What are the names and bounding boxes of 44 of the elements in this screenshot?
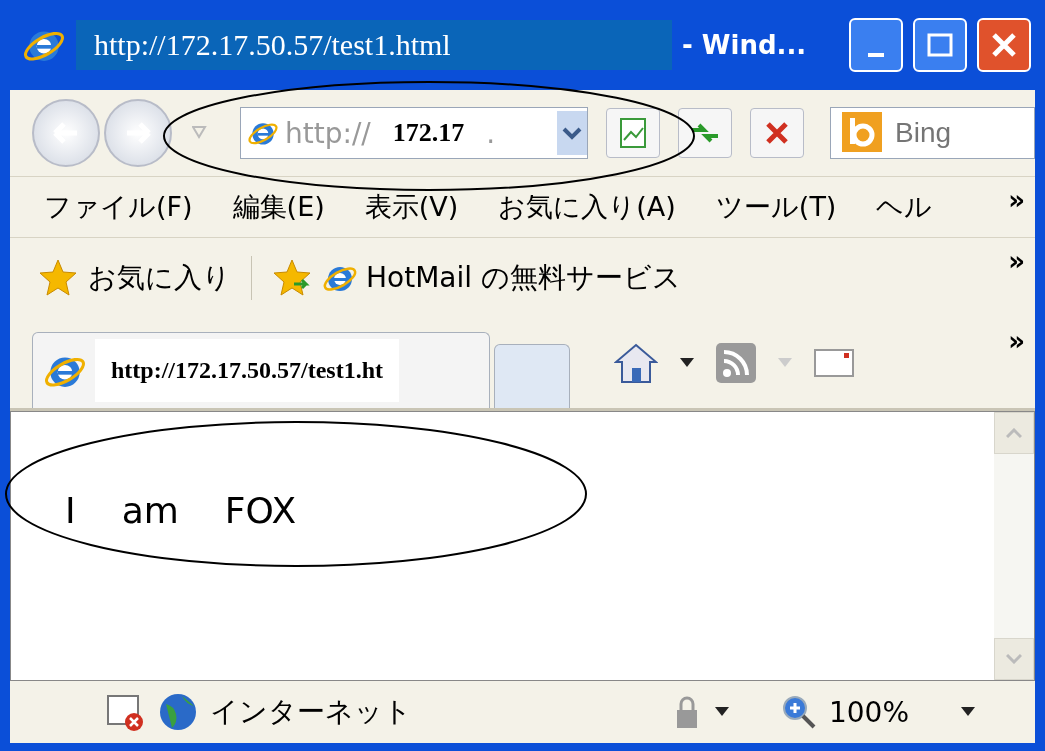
dropdown-icon[interactable] xyxy=(557,111,587,155)
window-title: http://172.17.50.57/test1.html xyxy=(76,20,672,70)
caret-icon[interactable] xyxy=(714,707,729,717)
page-text: FOX xyxy=(224,490,297,531)
menu-item[interactable]: ファイル(F) xyxy=(44,189,193,225)
address-prefix: http:// xyxy=(285,116,371,150)
maximize-icon xyxy=(927,33,953,57)
feed-icon[interactable] xyxy=(716,343,756,383)
home-icon[interactable] xyxy=(614,342,658,384)
caret-icon[interactable] xyxy=(961,707,975,717)
menu-item[interactable]: お気に入り(A) xyxy=(498,189,676,225)
mail-icon[interactable] xyxy=(814,349,854,377)
refresh-button[interactable] xyxy=(678,108,732,158)
minimize-icon xyxy=(868,53,884,57)
page-text: am xyxy=(121,490,179,531)
address-suffix: . xyxy=(486,116,496,150)
more-chevron[interactable]: » xyxy=(1008,185,1025,215)
globe-icon xyxy=(158,692,198,732)
menu-item[interactable]: 表示(V) xyxy=(364,189,459,225)
caret-icon[interactable] xyxy=(680,358,694,368)
more-chevron[interactable]: » xyxy=(1008,246,1025,276)
search-field[interactable]: Bing xyxy=(830,107,1035,159)
menu-item[interactable]: 編集(E) xyxy=(232,189,325,225)
page-chart-icon xyxy=(618,116,648,150)
menu-item[interactable]: ツール(T) xyxy=(715,189,837,225)
stop-button[interactable] xyxy=(750,108,804,158)
favorite-link[interactable]: HotMail の無料サービス xyxy=(366,259,681,297)
minimize-button[interactable] xyxy=(849,18,903,72)
stop-icon xyxy=(764,120,790,146)
more-chevron[interactable]: » xyxy=(1008,326,1025,356)
close-icon xyxy=(991,32,1017,58)
address-field[interactable]: http:// 172.17 . xyxy=(240,107,588,159)
close-button[interactable] xyxy=(977,18,1031,72)
blocked-page-icon xyxy=(106,692,146,732)
compatibility-button[interactable] xyxy=(606,108,660,158)
zone-text: インターネット xyxy=(210,694,412,730)
app-title: - Wind... xyxy=(682,30,808,60)
zoom-icon[interactable] xyxy=(780,694,817,730)
page-text: I xyxy=(65,490,76,531)
browser-tab[interactable]: http://172.17.50.57/test1.ht xyxy=(32,332,490,408)
zoom-level[interactable]: 100% xyxy=(828,695,909,729)
menu-item[interactable]: ヘル xyxy=(876,189,933,225)
favorites-button[interactable]: お気に入り xyxy=(88,259,231,297)
maximize-button[interactable] xyxy=(913,18,967,72)
